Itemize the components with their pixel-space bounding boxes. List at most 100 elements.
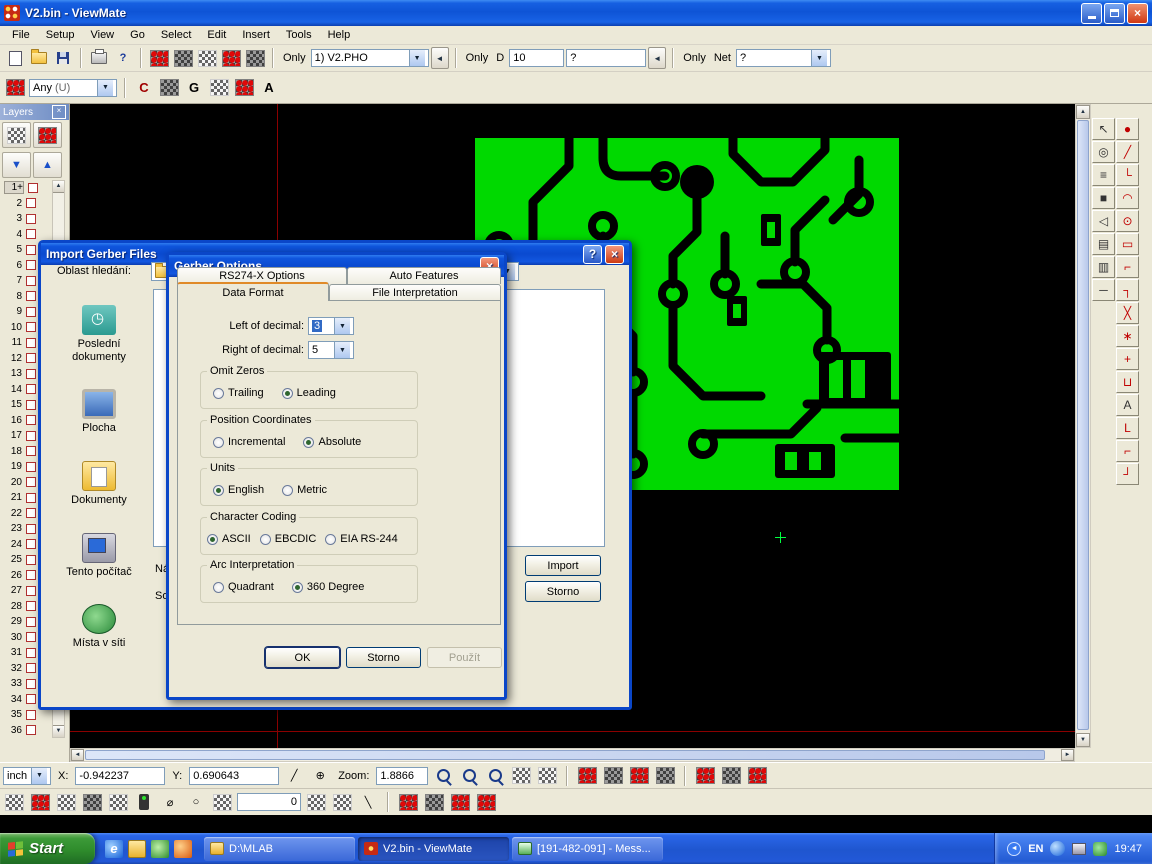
import-button[interactable]: Import	[525, 555, 601, 576]
place-network[interactable]: Místa v síti	[52, 604, 146, 650]
aperture-list-button[interactable]	[148, 47, 170, 69]
layer-row[interactable]: 3	[2, 211, 50, 227]
polyline-icon[interactable]: ⌐	[1116, 256, 1139, 278]
draw-line-icon[interactable]: ╱	[1116, 141, 1139, 163]
apply-button[interactable]: Použít	[427, 647, 502, 668]
radio-option[interactable]: English	[213, 484, 264, 496]
pattern-button[interactable]	[81, 791, 103, 813]
layer-select[interactable]: 1) V2.PHO ▼	[311, 49, 429, 67]
zoom-all-button[interactable]	[484, 765, 506, 787]
layer-swatch[interactable]	[26, 276, 36, 286]
scroll-right-icon[interactable]: ►	[1061, 749, 1074, 761]
browser-app-icon[interactable]	[174, 840, 192, 858]
ruler-icon[interactable]: ⌐	[1116, 440, 1139, 462]
layer-swatch[interactable]	[26, 539, 36, 549]
radio-option[interactable]: 360 Degree	[292, 581, 365, 593]
chevron-down-icon[interactable]: ▼	[31, 768, 47, 784]
layer-swatch[interactable]	[26, 477, 36, 487]
scroll-up-icon[interactable]: ▲	[53, 181, 64, 193]
layer-swatch[interactable]	[26, 291, 36, 301]
layer-swatch[interactable]	[26, 586, 36, 596]
explorer-folder-icon[interactable]	[128, 840, 146, 858]
pad-pattern-button[interactable]	[746, 765, 768, 787]
print-button[interactable]	[88, 47, 110, 69]
flash-pad-icon[interactable]: ●	[1116, 118, 1139, 140]
radio-option[interactable]: Trailing	[213, 387, 264, 399]
pad-pattern-button[interactable]	[694, 765, 716, 787]
dcode-input[interactable]: 10	[509, 49, 564, 67]
place-recent-documents[interactable]: Poslední dokumenty	[52, 305, 146, 363]
only-dcode-label[interactable]: Only	[466, 52, 489, 64]
dash-icon[interactable]: ─	[1092, 279, 1115, 301]
start-button[interactable]: Start	[0, 833, 95, 864]
menu-item[interactable]: Tools	[278, 27, 320, 43]
radio-option[interactable]: Quadrant	[213, 581, 274, 593]
g-aperture-button[interactable]: G	[183, 77, 205, 99]
horizontal-scrollbar[interactable]: ◄ ►	[70, 748, 1075, 762]
layer-swatch[interactable]	[26, 369, 36, 379]
new-file-button[interactable]	[4, 47, 26, 69]
scroll-down-icon[interactable]: ▼	[53, 725, 64, 737]
only-layer-label[interactable]: Only	[283, 52, 306, 64]
radio-option[interactable]: Absolute	[303, 436, 361, 448]
pad-grid-button-2[interactable]	[208, 77, 230, 99]
measure-distance-button[interactable]: ╱	[283, 765, 305, 787]
pattern-button[interactable]	[55, 791, 77, 813]
layer-swatch[interactable]	[26, 415, 36, 425]
count-field[interactable]: 0	[237, 793, 301, 811]
place-desktop[interactable]: Plocha	[52, 389, 146, 435]
layer-swatch[interactable]	[26, 570, 36, 580]
layer-swatch[interactable]	[28, 183, 38, 193]
pattern-button[interactable]	[29, 791, 51, 813]
menu-item[interactable]: Go	[122, 27, 153, 43]
close-icon[interactable]: ×	[52, 105, 66, 119]
draw-corner-icon[interactable]: └	[1116, 164, 1139, 186]
layer-swatch[interactable]	[26, 307, 36, 317]
pattern-button[interactable]	[107, 791, 129, 813]
radio-option[interactable]: EBCDIC	[260, 533, 317, 545]
pad-red-button[interactable]	[449, 791, 471, 813]
chevron-down-icon[interactable]: ▼	[97, 80, 113, 96]
grid-button[interactable]	[196, 47, 218, 69]
close-button[interactable]: ×	[1127, 3, 1148, 24]
measure-button[interactable]	[244, 47, 266, 69]
pad-red-button[interactable]	[397, 791, 419, 813]
aperture-tool-button[interactable]	[4, 77, 26, 99]
horizontal-scroll-thumb[interactable]	[85, 750, 1045, 760]
layer-swatch[interactable]	[26, 198, 36, 208]
place-my-computer[interactable]: Tento počítač	[52, 533, 146, 579]
net-select[interactable]: ? ▼	[736, 49, 831, 67]
scroll-left-icon[interactable]: ◄	[71, 749, 84, 761]
chevron-down-icon[interactable]: ▼	[409, 50, 425, 66]
tray-messenger-icon[interactable]	[1050, 841, 1065, 856]
menu-item[interactable]: Setup	[38, 27, 83, 43]
tab-data-format[interactable]: Data Format	[177, 282, 329, 301]
left-of-decimal-select[interactable]: 3 ▼	[308, 317, 354, 335]
menu-item[interactable]: Help	[320, 27, 359, 43]
taskbar-button-explorer[interactable]: D:\MLAB	[204, 837, 355, 861]
scroll-down-icon[interactable]: ▼	[1076, 733, 1090, 747]
layer-row[interactable]: 2	[2, 196, 50, 212]
aperture-filter-select[interactable]: Any (U) ▼	[29, 79, 117, 97]
tray-status-icon[interactable]	[1093, 842, 1107, 856]
table-view-button[interactable]	[510, 765, 532, 787]
letter-l-icon[interactable]: L	[1116, 417, 1139, 439]
move-layer-down-button[interactable]: ▼	[2, 152, 31, 178]
open-rect-icon[interactable]: ▭	[1116, 233, 1139, 255]
layer-swatch[interactable]	[26, 353, 36, 363]
pad-red-button[interactable]	[475, 791, 497, 813]
select-cursor-icon[interactable]: ↖	[1092, 118, 1115, 140]
chevron-down-icon[interactable]: ▼	[334, 342, 350, 358]
pad-red-button[interactable]	[423, 791, 445, 813]
radio-option[interactable]: EIA RS-244	[325, 533, 397, 545]
layer-swatch[interactable]	[26, 601, 36, 611]
pad-pattern-button[interactable]	[654, 765, 676, 787]
layers-panel-header[interactable]: Layers ×	[0, 104, 69, 120]
pad-pattern-button[interactable]	[628, 765, 650, 787]
circle-aperture-button[interactable]: C	[133, 77, 155, 99]
layer-swatch[interactable]	[26, 431, 36, 441]
dot-grid-anchor-button[interactable]	[331, 791, 353, 813]
cancel-button[interactable]: Storno	[525, 581, 601, 602]
y-coordinate-field[interactable]: 0.690643	[189, 767, 279, 785]
minimize-button[interactable]	[1081, 3, 1102, 24]
